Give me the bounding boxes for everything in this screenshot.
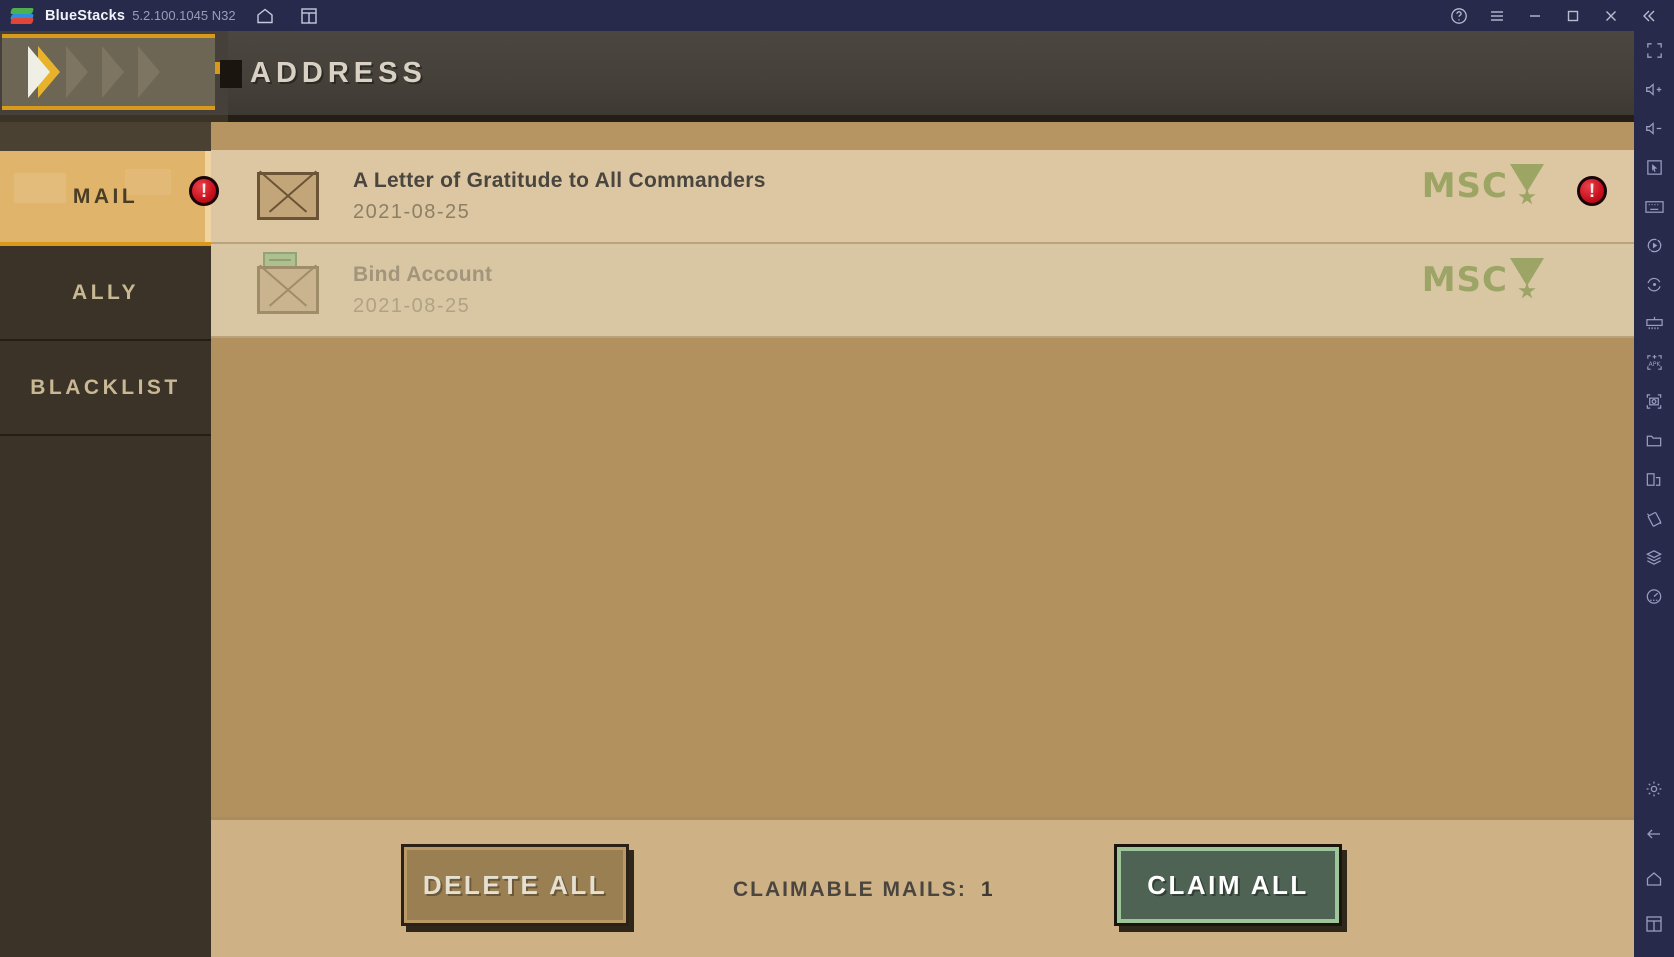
mail-list: A Letter of Gratitude to All Commanders … xyxy=(211,150,1634,338)
window-controls xyxy=(1440,0,1674,31)
delete-all-button[interactable]: DELETE ALL xyxy=(401,844,629,926)
svg-text:APK: APK xyxy=(1648,361,1661,368)
status-badge: ! xyxy=(1577,176,1607,206)
menu-icon[interactable] xyxy=(1478,0,1516,31)
badge-label: ! xyxy=(1588,180,1596,202)
app-version: 5.2.100.1045 N32 xyxy=(132,8,236,23)
gear-icon[interactable] xyxy=(1634,769,1674,808)
layers-icon[interactable] xyxy=(1634,538,1674,577)
panel-top-strip xyxy=(211,122,1634,150)
footer-bar: DELETE ALL CLAIMABLE MAILS: 1 CLAIM ALL xyxy=(211,817,1634,957)
sidebar-item-mail[interactable]: MAIL xyxy=(0,151,211,246)
envelope-opened-icon xyxy=(257,252,319,314)
volume-down-icon[interactable] xyxy=(1634,109,1674,148)
install-apk-icon[interactable]: APK xyxy=(1634,343,1674,382)
sidebar-item-label: BLACKLIST xyxy=(30,375,181,399)
status-badge: ! xyxy=(189,176,219,206)
titlebar: BlueStacks 5.2.100.1045 N32 xyxy=(0,0,1674,31)
mail-subject: Bind Account xyxy=(353,262,493,286)
performance-icon[interactable] xyxy=(1634,577,1674,616)
envelope-icon xyxy=(257,170,319,220)
page-title: ADDRESS xyxy=(250,56,427,89)
sidebar-item-blacklist[interactable]: BLACKLIST xyxy=(0,341,211,436)
back-button[interactable] xyxy=(2,34,215,110)
sender-logo: MSC xyxy=(1422,164,1544,208)
sidebar-tabs: MAIL ALLY BLACKLIST xyxy=(0,122,211,957)
header-bar: ADDRESS xyxy=(228,31,1634,115)
medal-icon xyxy=(1510,258,1544,302)
rotate-icon[interactable] xyxy=(1634,265,1674,304)
claim-all-label: CLAIM ALL xyxy=(1147,869,1309,900)
mail-subject: A Letter of Gratitude to All Commanders xyxy=(353,168,766,192)
game-viewport: ADDRESS MAIL ALLY BLACKLIST A Letter of … xyxy=(0,31,1634,957)
volume-up-icon[interactable] xyxy=(1634,70,1674,109)
sender-logo-text: MSC xyxy=(1421,166,1508,206)
multi-instance-sync-icon[interactable] xyxy=(1634,304,1674,343)
mail-list-item[interactable]: A Letter of Gratitude to All Commanders … xyxy=(211,150,1634,244)
keyboard-icon[interactable] xyxy=(1634,187,1674,226)
mail-date: 2021-08-25 xyxy=(353,200,471,223)
help-icon[interactable] xyxy=(1440,0,1478,31)
maximize-icon[interactable] xyxy=(1554,0,1592,31)
claim-all-button[interactable]: CLAIM ALL xyxy=(1114,844,1342,926)
macro-record-icon[interactable] xyxy=(1634,226,1674,265)
claimable-mails-count: 1 xyxy=(980,878,995,901)
mail-date: 2021-08-25 xyxy=(353,294,471,317)
header-underline xyxy=(228,115,1634,122)
game-header: ADDRESS xyxy=(0,31,1634,115)
sidebar-item-label: ALLY xyxy=(72,280,139,304)
mail-list-item[interactable]: Bind Account 2021-08-25 MSC xyxy=(211,244,1634,338)
claimable-mails-label: CLAIMABLE MAILS: xyxy=(733,878,967,901)
recents-icon[interactable] xyxy=(1634,904,1674,943)
close-icon[interactable] xyxy=(1592,0,1630,31)
bluestacks-window: BlueStacks 5.2.100.1045 N32 ADDRESS MAIL… xyxy=(0,0,1674,957)
cursor-icon[interactable] xyxy=(1634,148,1674,187)
claimable-mails-status: CLAIMABLE MAILS: 1 xyxy=(733,878,995,902)
copy-instance-icon[interactable] xyxy=(1634,460,1674,499)
medal-icon xyxy=(1510,164,1544,208)
delete-all-label: DELETE ALL xyxy=(422,869,608,900)
media-folder-icon[interactable] xyxy=(1634,421,1674,460)
fullscreen-icon[interactable] xyxy=(1634,31,1674,70)
badge-label: ! xyxy=(200,180,208,202)
screenshot-icon[interactable] xyxy=(1634,382,1674,421)
bluestacks-sidebar: APK xyxy=(1634,31,1674,957)
shake-icon[interactable] xyxy=(1634,499,1674,538)
sender-logo: MSC xyxy=(1422,258,1544,302)
bluestacks-logo-icon xyxy=(10,5,34,27)
minimize-icon[interactable] xyxy=(1516,0,1554,31)
sidebar-item-ally[interactable]: ALLY xyxy=(0,246,211,341)
home-icon[interactable] xyxy=(250,1,280,31)
app-name: BlueStacks xyxy=(45,7,126,24)
multi-instance-icon[interactable] xyxy=(294,1,324,31)
sidebar-item-label: MAIL xyxy=(72,184,139,208)
rail-top-strip xyxy=(0,122,211,151)
home-nav-icon[interactable] xyxy=(1634,859,1674,898)
collapse-sidebar-icon[interactable] xyxy=(1630,0,1668,31)
back-arrow-icon[interactable] xyxy=(1634,814,1674,853)
sender-logo-text: MSC xyxy=(1421,260,1508,300)
